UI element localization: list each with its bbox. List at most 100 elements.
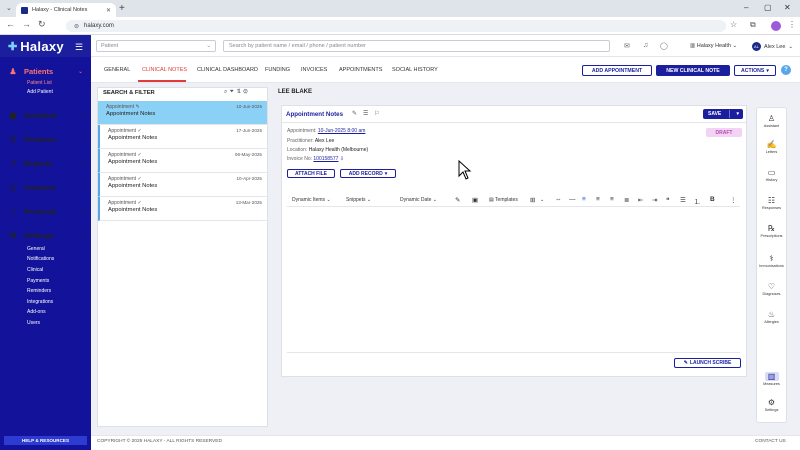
sidebar-sub-payments[interactable]: Payments	[27, 278, 49, 284]
bookmark-star-icon[interactable]: ☆	[730, 20, 737, 29]
browser-tab[interactable]: Halaxy - Clinical Notes ✕	[16, 3, 116, 17]
snippets-dropdown[interactable]: Snippets ⌄	[346, 197, 371, 203]
minimize-icon[interactable]: –	[744, 3, 748, 12]
chevron-down-icon[interactable]: ⌄	[540, 197, 544, 203]
horizontal-rule-icon[interactable]: —	[569, 196, 576, 203]
bell-icon[interactable]: ♫	[643, 42, 648, 49]
align-right-icon[interactable]: ≡	[610, 196, 614, 203]
search-input[interactable]: Search by patient name / email / phone /…	[223, 40, 610, 52]
inbox-icon[interactable]: ✉	[624, 42, 630, 50]
maximize-icon[interactable]: ▢	[764, 3, 772, 12]
sidebar-sub-reminders[interactable]: Reminders	[27, 288, 51, 294]
list-item[interactable]: Appointment ✓ Appointment Notes 17-Jun-2…	[98, 125, 267, 149]
reload-icon[interactable]: ↻	[38, 19, 46, 30]
sidebar-sub-general[interactable]: General	[27, 246, 45, 252]
list-item[interactable]: Appointment ✓ Appointment Notes 06-May-2…	[98, 149, 267, 173]
indent-icon[interactable]: ⇥	[652, 196, 657, 204]
sidebar-sub-patient-list[interactable]: Patient List	[27, 80, 52, 86]
url-field[interactable]: ⊜ halaxy.com	[66, 20, 726, 32]
back-icon[interactable]: ←	[6, 19, 15, 29]
tab-clinical-notes[interactable]: CLINICAL NOTES	[142, 67, 187, 73]
site-info-icon[interactable]: ⊜	[74, 23, 79, 30]
new-clinical-note-button[interactable]: NEW CLINICAL NOTE	[656, 65, 730, 76]
sidebar-sub-integrations[interactable]: Integrations	[27, 299, 53, 305]
tab-appointments[interactable]: APPOINTMENTS	[339, 67, 382, 73]
help-resources-button[interactable]: HELP & RESOURCES	[4, 436, 87, 445]
tab-funding[interactable]: FUNDING	[265, 67, 290, 73]
sidebar-item-schedule[interactable]: ▦ Schedule ‹	[0, 108, 91, 122]
bookmark-icon[interactable]: ⚐	[374, 111, 385, 117]
rail-responses[interactable]: ☷ Responses	[756, 196, 787, 210]
sidebar-item-finances[interactable]: $ Finances ‹	[0, 132, 91, 146]
align-justify-icon[interactable]: ≣	[624, 196, 629, 204]
list-item[interactable]: Appointment ✓ Appointment Notes 13-Mar-2…	[98, 197, 267, 221]
quote-icon[interactable]: ❝	[666, 196, 670, 204]
rail-settings[interactable]: ⚙ Settings	[756, 398, 787, 412]
profile-avatar[interactable]	[771, 21, 781, 31]
new-tab-button[interactable]: +	[119, 3, 125, 14]
align-left-icon[interactable]: ≡	[582, 196, 586, 203]
patient-select[interactable]: Patient ⌄	[96, 40, 216, 52]
tab-search-icon[interactable]: ⌄	[6, 4, 12, 12]
sidebar-item-contacts[interactable]: ▯ Contacts ‹	[0, 180, 91, 194]
contact-us-link[interactable]: CONTACT US	[755, 439, 786, 444]
chat-icon[interactable]: ◯	[660, 42, 668, 50]
attach-file-button[interactable]: ATTACH FILE	[287, 169, 335, 178]
sidebar-item-patients[interactable]: ♟ Patients ⌄	[0, 64, 91, 78]
sidebar-sub-clinical[interactable]: Clinical	[27, 267, 43, 273]
rail-immunisations[interactable]: ⚕ Immunisations	[756, 254, 787, 268]
tab-general[interactable]: GENERAL	[104, 67, 130, 73]
pen-icon[interactable]: ✎	[455, 196, 460, 204]
sidebar-item-personal[interactable]: ☺ Personal ‹	[0, 204, 91, 218]
tab-social-history[interactable]: SOCIAL HISTORY	[392, 67, 438, 73]
rail-assistant[interactable]: ♙ Assistant	[756, 114, 787, 128]
rail-letters[interactable]: ✍ Letters	[756, 140, 787, 154]
browser-menu-icon[interactable]: ⋮	[788, 20, 796, 29]
download-icon[interactable]: ⇩	[340, 156, 344, 162]
edit-icon[interactable]: ✎	[352, 111, 363, 117]
sidebar-item-settings[interactable]: ⚙ Settings ⌄	[0, 228, 91, 242]
rail-diagnoses[interactable]: ♡ Diagnoses	[756, 282, 787, 296]
align-center-icon[interactable]: ≡	[596, 196, 600, 203]
rail-allergies[interactable]: ♨ Allergies	[756, 310, 787, 324]
forward-icon[interactable]: →	[22, 19, 31, 29]
dynamic-date-dropdown[interactable]: Dynamic Date ⌄	[400, 197, 437, 203]
sidebar-sub-add-ons[interactable]: Add-ons	[27, 309, 46, 315]
organisation-selector[interactable]: ▥ Halaxy Health ⌄	[690, 43, 737, 49]
sidebar-item-reports[interactable]: ↗ Reports ‹	[0, 156, 91, 170]
list-item[interactable]: Appointment ✎ Appointment Notes 10-Jun-2…	[98, 101, 267, 125]
add-appointment-button[interactable]: ADD APPOINTMENT	[582, 65, 652, 76]
more-options-icon[interactable]: ⋮	[730, 196, 737, 204]
rail-measures[interactable]: ▥ Measures	[756, 372, 787, 386]
sort-icon[interactable]: ⇅	[236, 89, 243, 95]
bold-icon[interactable]: B	[710, 196, 715, 203]
list-item[interactable]: Appointment ✓ Appointment Notes 10-Apr-2…	[98, 173, 267, 197]
extensions-icon[interactable]: ⧉	[750, 20, 756, 30]
invoice-link[interactable]: 100158577	[313, 156, 338, 162]
outdent-icon[interactable]: ⇤	[638, 196, 643, 204]
rail-prescriptions[interactable]: ℞ Prescriptions	[756, 224, 787, 238]
sidebar-sub-users[interactable]: Users	[27, 320, 40, 326]
numbered-list-icon[interactable]: ⒈	[694, 196, 701, 206]
rail-history[interactable]: ▭ History	[756, 168, 787, 182]
list-icon[interactable]: ☰	[363, 111, 374, 117]
add-record-button[interactable]: ADD RECORD ▾	[340, 169, 396, 178]
appointment-link[interactable]: 10-Jun-2025 8:00 am	[318, 128, 366, 134]
sidebar-sub-add-patient[interactable]: Add Patient	[27, 89, 53, 95]
tab-invoices[interactable]: INVOICES	[301, 67, 327, 73]
tab-clinical-dashboard[interactable]: CLINICAL DASHBOARD	[197, 67, 258, 73]
settings-icon[interactable]: ⚙	[243, 89, 250, 95]
chevron-down-icon[interactable]: ▾	[736, 111, 739, 117]
bullet-list-icon[interactable]: ☰	[680, 196, 686, 204]
save-button[interactable]: SAVE ▾	[703, 109, 743, 119]
dynamic-items-dropdown[interactable]: Dynamic Items ⌄	[292, 197, 331, 203]
image-icon[interactable]: ▣	[472, 196, 478, 204]
launch-scribe-button[interactable]: ✎ LAUNCH SCRIBE	[674, 358, 741, 368]
search-filter-heading[interactable]: SEARCH & FILTER	[103, 90, 155, 96]
sidebar-sub-notifications[interactable]: Notifications	[27, 256, 54, 262]
actions-button[interactable]: ACTIONS ▾	[734, 65, 776, 76]
page-break-icon[interactable]: ⇔	[555, 196, 562, 203]
close-tab-icon[interactable]: ✕	[106, 7, 111, 14]
table-icon[interactable]: ⊞	[530, 196, 535, 204]
close-window-icon[interactable]: ✕	[784, 3, 791, 12]
